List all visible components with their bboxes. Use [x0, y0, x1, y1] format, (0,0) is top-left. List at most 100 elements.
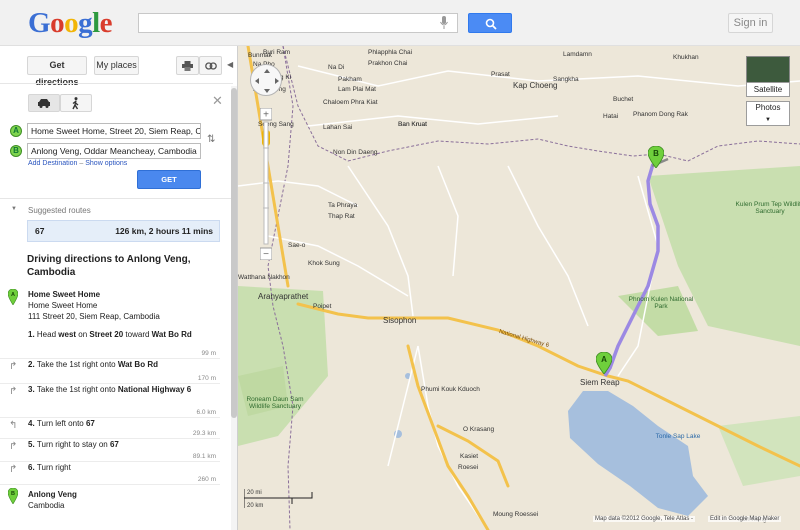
show-options-link[interactable]: Show options	[85, 160, 127, 167]
separator: –	[79, 160, 84, 167]
route-b-marker-icon[interactable]: B	[648, 146, 664, 168]
place-label: Khok Sung	[308, 260, 340, 267]
sign-in-button[interactable]: Sign in	[728, 13, 773, 33]
print-button[interactable]	[176, 56, 199, 75]
step-text: toward	[123, 330, 152, 339]
satellite-button[interactable]: Satellite	[746, 82, 790, 97]
get-directions-button[interactable]: GET DIRECTIONS	[137, 170, 201, 201]
svg-text:B: B	[11, 491, 15, 497]
place-label: Chaloem Phra Kiat	[323, 99, 378, 106]
turn-right-icon: ↱	[9, 441, 18, 452]
step-number: 4.	[28, 419, 37, 428]
logo-letter: o	[64, 7, 79, 39]
turn-right-icon: ↱	[9, 464, 18, 475]
step-instruction: 3. Take the 1st right onto National High…	[28, 384, 198, 395]
photos-button[interactable]: Photos ▼	[746, 101, 790, 126]
search-button[interactable]	[468, 13, 512, 33]
origin-input[interactable]: Home Sweet Home, Street 20, Siem Reap, C…	[27, 123, 201, 139]
place-label: Pakham	[338, 76, 362, 83]
scrollbar-thumb[interactable]	[231, 88, 237, 418]
pan-arrows-icon	[255, 69, 279, 93]
place-label: Kap Choeng	[513, 81, 558, 90]
walking-person-icon	[72, 97, 79, 110]
place-label: Moung Roessei	[493, 511, 539, 518]
step-distance: 89.1 km	[192, 453, 216, 460]
place-label: Sae-o	[288, 242, 306, 249]
suggested-routes-label: Suggested routes	[28, 206, 91, 215]
svg-text:A: A	[11, 292, 15, 298]
destination-input[interactable]: Anlong Veng, Oddar Meancheay, Cambodia	[27, 143, 201, 159]
start-address: Home Sweet Home Home Sweet Home 111 Stre…	[28, 289, 160, 322]
get-directions-tab[interactable]: Get directions	[27, 56, 87, 87]
place-label: Thap Rat	[328, 213, 355, 220]
logo-letter: o	[50, 7, 65, 39]
end-line: Cambodia	[28, 501, 65, 510]
direction-step[interactable]: ↱ 6. Turn right 260 m	[0, 462, 220, 485]
start-line: Home Sweet Home	[28, 301, 98, 310]
map-canvas[interactable]: Buri RamBunmakBan KruatNa PhoNong HongLa…	[238, 46, 800, 530]
direction-step[interactable]: ↱ 2. Take the 1st right onto Wat Bo Rd 170…	[0, 359, 220, 384]
expand-arrow-icon[interactable]: ▼	[11, 206, 17, 212]
edit-map-maker-link[interactable]: Edit in Google Map Maker	[708, 516, 782, 522]
add-destination-link[interactable]: Add Destination	[28, 160, 77, 167]
direction-step[interactable]: ↱ 3. Take the 1st right onto National Hig…	[0, 384, 220, 418]
step-text: Turn right to stay on	[36, 440, 110, 449]
logo-letter: l	[92, 7, 100, 39]
direction-step[interactable]: 1. Head west on Street 20 toward Wat Bo …	[0, 329, 220, 359]
place-label: Phlapphla Chai	[368, 49, 413, 56]
place-label: Buchet	[613, 96, 634, 103]
step-number: 3.	[28, 385, 37, 394]
end-title[interactable]: Anlong Veng	[28, 489, 77, 500]
collapse-panel-icon[interactable]: ◀	[227, 60, 233, 69]
search-input[interactable]	[138, 13, 458, 33]
step-text: Turn left onto	[36, 419, 86, 428]
search-icon	[485, 18, 497, 30]
my-places-tab[interactable]: My places	[94, 56, 139, 75]
place-label: Ban Kruat	[398, 121, 427, 128]
step-text: Turn right	[36, 463, 71, 472]
step-number: 2.	[28, 360, 37, 369]
google-logo[interactable]: Google	[28, 7, 113, 39]
directions-heading: Driving directions to Anlong Veng, Cambo…	[27, 254, 191, 278]
logo-letter: e	[99, 7, 113, 39]
direction-step[interactable]: ↰ 4. Turn left onto 67 29.3 km	[0, 418, 220, 439]
place-label: Khukhan	[673, 54, 699, 61]
header: Google Sign in	[0, 0, 800, 46]
close-icon[interactable]: ✕	[212, 93, 223, 109]
driving-mode-button[interactable]	[28, 94, 60, 112]
place-label: Phanom Dong Rak	[633, 111, 688, 118]
place-label: Hatai	[603, 113, 619, 120]
map-data-attribution: Map data ©2012 Google, Tele Atlas -	[593, 516, 696, 522]
place-label: Kasiet	[460, 453, 479, 460]
directions-panel: Get directions My places ◀ ✕ A Home Swee…	[0, 46, 238, 530]
place-label: Na Di	[328, 64, 345, 71]
step-distance: 29.3 km	[192, 430, 216, 437]
turn-left-icon: ↰	[9, 420, 18, 431]
direction-step[interactable]: ↱ 5. Turn right to stay on 67 89.1 km	[0, 439, 220, 462]
step-text: on	[76, 330, 90, 339]
start-title[interactable]: Home Sweet Home	[28, 289, 160, 300]
place-label: Aranyaprathet	[258, 292, 309, 301]
microphone-icon[interactable]	[440, 16, 448, 30]
place-label: Tonle Sap Lake	[655, 433, 701, 440]
place-label: Phnom Kulen National Park	[628, 296, 694, 310]
place-label: Poipet	[313, 303, 332, 310]
route-a-marker-icon[interactable]: A	[596, 352, 612, 374]
step-keyword: Wat Bo Rd	[117, 360, 158, 369]
step-instruction: 6. Turn right	[28, 462, 198, 473]
destination-pin-icon: B	[8, 488, 18, 504]
place-label: Ta Phraya	[328, 202, 358, 209]
place-label: O Krasang	[463, 426, 495, 433]
swap-icon[interactable]: ⇅	[207, 134, 215, 145]
route-option[interactable]: 67 126 km, 2 hours 11 mins	[27, 220, 220, 242]
route-summary: 126 km, 2 hours 11 mins	[115, 226, 213, 236]
pan-control[interactable]	[250, 64, 282, 96]
logo-letter: g	[78, 7, 93, 39]
step-keyword: 67	[85, 419, 95, 428]
link-button[interactable]	[199, 56, 222, 75]
link-icon	[204, 62, 217, 70]
walking-mode-button[interactable]	[60, 94, 92, 112]
route-name: 67	[35, 226, 45, 236]
zoom-slider[interactable]: + −	[260, 108, 272, 260]
place-label: Lahan Sai	[323, 124, 353, 131]
